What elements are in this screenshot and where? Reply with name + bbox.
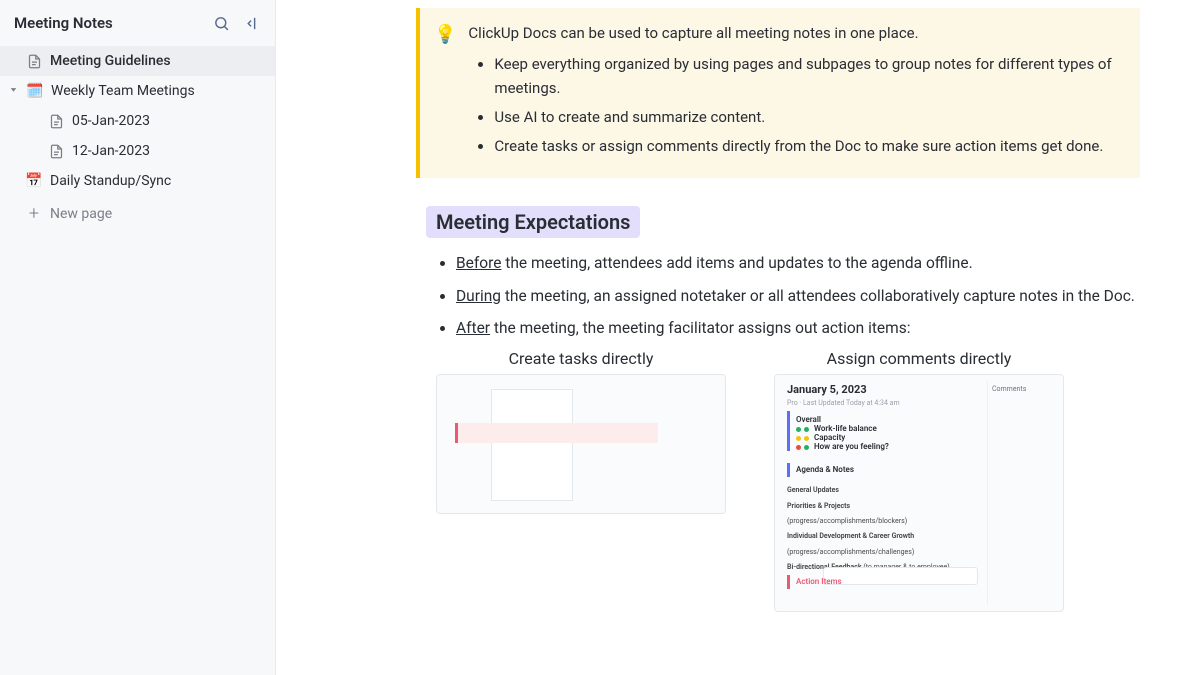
info-callout: 💡 ClickUp Docs can be used to capture al… xyxy=(416,8,1140,178)
new-page-label: New page xyxy=(50,206,112,222)
section-heading: Meeting Expectations xyxy=(426,206,640,238)
sidebar-item-12-jan-2023[interactable]: 12-Jan-2023 xyxy=(0,136,275,166)
screenshot-date: January 5, 2023 xyxy=(787,383,867,396)
search-icon[interactable] xyxy=(213,15,230,32)
sidebar-item-meeting-guidelines[interactable]: Meeting Guidelines xyxy=(0,46,275,76)
sidebar-item-label: Weekly Team Meetings xyxy=(51,83,195,99)
example-create-tasks: Create tasks directly xyxy=(436,349,726,612)
screenshot-section: Agenda & Notes xyxy=(787,463,957,477)
lightbulb-icon: 💡 xyxy=(434,22,456,164)
screenshot-section: Overall Work-life balance Capacity How a… xyxy=(787,411,957,451)
list-item: After the meeting, the meeting facilitat… xyxy=(456,315,1140,341)
example-assign-comments: Assign comments directly January 5, 2023… xyxy=(774,349,1064,612)
chevron-down-icon[interactable] xyxy=(8,83,19,99)
document-icon xyxy=(48,113,64,129)
examples-row: Create tasks directly Assign comments di… xyxy=(416,349,1140,612)
item-text: the meeting, an assigned notetaker or al… xyxy=(501,287,1135,305)
item-text: the meeting, the meeting facilitator ass… xyxy=(490,319,910,337)
new-page-button[interactable]: + New page xyxy=(0,196,275,231)
sidebar-item-daily-standup[interactable]: 📅 Daily Standup/Sync xyxy=(0,166,275,196)
sidebar-header-actions xyxy=(213,15,261,32)
sidebar: Meeting Notes Meeting Guidelines 🗓️ Week… xyxy=(0,0,276,675)
calendar-icon: 📅 xyxy=(26,173,42,189)
callout-intro: ClickUp Docs can be used to capture all … xyxy=(468,22,1122,45)
sidebar-title: Meeting Notes xyxy=(14,14,113,32)
example-title: Create tasks directly xyxy=(509,349,654,368)
sidebar-item-label: Daily Standup/Sync xyxy=(50,173,171,189)
example-screenshot: January 5, 2023 Pro · Last Updated Today… xyxy=(774,374,1064,612)
sidebar-item-label: 05-Jan-2023 xyxy=(72,113,150,129)
list-item: During the meeting, an assigned notetake… xyxy=(456,283,1140,309)
document-icon xyxy=(48,143,64,159)
calendar-icon: 🗓️ xyxy=(27,83,43,99)
callout-bullet: Keep everything organized by using pages… xyxy=(494,53,1122,100)
callout-body: ClickUp Docs can be used to capture all … xyxy=(468,22,1122,164)
sidebar-item-label: 12-Jan-2023 xyxy=(72,143,150,159)
screenshot-section: Action Items xyxy=(787,575,957,589)
screenshot-meta: Pro · Last Updated Today at 4:34 am xyxy=(787,399,900,407)
screenshot-comments-panel: Comments xyxy=(987,381,1057,605)
sidebar-header: Meeting Notes xyxy=(0,14,275,46)
callout-bullet: Create tasks or assign comments directly… xyxy=(494,135,1122,158)
item-text: the meeting, attendees add items and upd… xyxy=(501,254,972,272)
lead-word: Before xyxy=(456,254,501,272)
main-content: 💡 ClickUp Docs can be used to capture al… xyxy=(276,0,1200,675)
sidebar-item-label: Meeting Guidelines xyxy=(50,53,171,69)
lead-word: After xyxy=(456,319,490,337)
plus-icon: + xyxy=(26,203,42,224)
document-icon xyxy=(26,53,42,69)
list-item: Before the meeting, attendees add items … xyxy=(456,250,1140,276)
lead-word: During xyxy=(456,287,501,305)
sidebar-item-05-jan-2023[interactable]: 05-Jan-2023 xyxy=(0,106,275,136)
sidebar-item-weekly-team-meetings[interactable]: 🗓️ Weekly Team Meetings xyxy=(0,76,275,106)
callout-bullet: Use AI to create and summarize content. xyxy=(494,106,1122,129)
screenshot-text: General UpdatesPriorities & Projects (pr… xyxy=(787,483,962,575)
collapse-sidebar-icon[interactable] xyxy=(244,15,261,32)
expectations-list: Before the meeting, attendees add items … xyxy=(416,250,1140,341)
example-title: Assign comments directly xyxy=(827,349,1012,368)
example-screenshot xyxy=(436,374,726,514)
